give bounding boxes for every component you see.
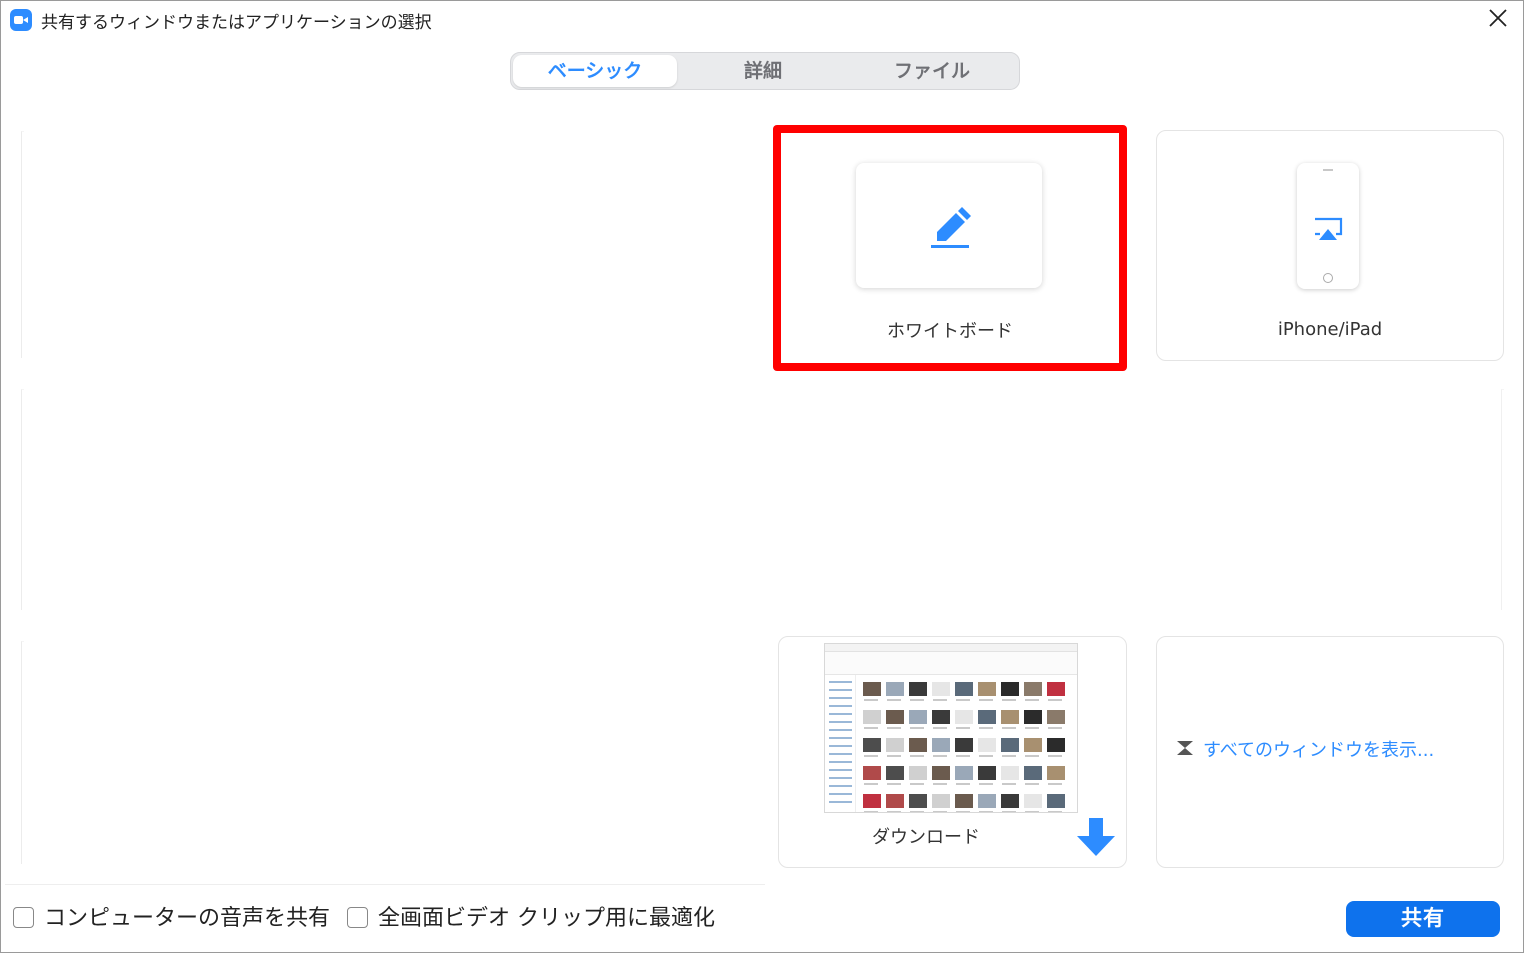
download-arrow-icon [1077,818,1115,856]
thumbnail-file-icon [1001,794,1019,812]
title-bar: 共有するウィンドウまたはアプリケーションの選択 [1,1,1523,39]
thumbnail-file-icon [1024,794,1042,812]
tab-files[interactable]: ファイル [847,55,1017,87]
close-button[interactable] [1485,7,1511,33]
thumbnail-file-icon [955,682,973,701]
thumbnail-file-icon [955,710,973,729]
thumbnail-file-icon [1001,682,1019,701]
thumbnail-file-icon [1024,766,1042,785]
thumbnail-file-icon [1024,682,1042,701]
thumbnail-file-icon [863,738,881,757]
airplay-icon [1315,217,1343,240]
thumbnail-file-icon [1047,682,1065,701]
share-button[interactable]: 共有 [1346,901,1500,937]
share-audio-option[interactable]: コンピューターの音声を共有 [13,901,330,937]
thumbnail-file-icon [909,766,927,785]
thumbnail-file-icon [863,794,881,812]
optimize-video-checkbox[interactable] [347,906,368,928]
share-audio-checkbox[interactable] [13,906,34,928]
thumbnail-file-icon [978,738,996,757]
thumbnail-file-icon [932,682,950,701]
thumbnail-file-icon [1047,738,1065,757]
thumbnail-file-icon [1001,710,1019,729]
thumbnail-file-icon [909,710,927,729]
zoom-logo-icon [10,9,32,31]
thumbnail-file-icon [886,682,904,701]
thumbnail-file-icon [909,738,927,757]
thumbnail-file-icon [955,794,973,812]
thumbnail-file-icon [978,710,996,729]
thumbnail-file-icon [932,794,950,812]
thumbnail-file-icon [932,710,950,729]
tile-placeholder [21,641,24,864]
phone-speaker [1323,169,1333,171]
expand-icon [1176,738,1194,766]
tile-placeholder [21,389,24,610]
thumbnail-file-icon [955,766,973,785]
iphone-ipad-label: iPhone/iPad [1277,319,1383,340]
thumbnail-file-icon [1047,794,1065,812]
thumbnail-file-icon [1024,710,1042,729]
close-icon [1489,9,1507,27]
thumbnail-file-icon [1001,766,1019,785]
share-audio-label: コンピューターの音声を共有 [44,906,331,931]
optimize-video-label: 全画面ビデオ クリップ用に最適化 [378,906,715,931]
downloads-window-thumbnail [824,643,1078,813]
tab-advanced[interactable]: 詳細 [679,55,847,87]
thumbnail-file-icon [1001,738,1019,757]
thumbnail-ribbon [825,652,1077,675]
show-all-windows-link[interactable]: すべてのウィンドウを表示... [1176,737,1434,765]
downloads-label: ダウンロード [872,827,980,848]
window-title: 共有するウィンドウまたはアプリケーションの選択 [41,13,432,33]
thumbnail-file-icon [886,794,904,812]
thumbnail-file-icon [932,738,950,757]
thumbnail-file-icon [863,766,881,785]
highlight-frame [773,125,1127,371]
tile-placeholder [21,131,24,358]
share-screen-dialog: 共有するウィンドウまたはアプリケーションの選択 ベーシック 詳細 ファイル ホワ… [0,0,1524,953]
tab-basic[interactable]: ベーシック [513,55,677,87]
thumbnail-sidebar [825,675,856,812]
thumbnail-file-icon [1047,766,1065,785]
bottom-separator [5,884,765,885]
thumbnail-file-icon [1047,710,1065,729]
thumbnail-file-icon [978,794,996,812]
thumbnail-file-icon [909,794,927,812]
optimize-video-option[interactable]: 全画面ビデオ クリップ用に最適化 [347,901,715,937]
phone-graphic [1297,163,1359,289]
thumbnail-titlebar [825,644,1077,652]
thumbnail-file-icon [955,738,973,757]
thumbnail-file-icon [886,738,904,757]
thumbnail-file-icon [978,682,996,701]
thumbnail-file-icon [886,766,904,785]
tab-bar: ベーシック 詳細 ファイル [510,52,1020,90]
thumbnail-file-icon [1024,738,1042,757]
thumbnail-file-icon [932,766,950,785]
tile-placeholder [1501,389,1504,610]
thumbnail-file-icon [863,682,881,701]
phone-home-button [1323,273,1333,283]
thumbnail-file-icon [978,766,996,785]
thumbnail-file-icon [863,710,881,729]
thumbnail-file-icon [909,682,927,701]
thumbnail-file-icon [886,710,904,729]
show-all-windows-label: すべてのウィンドウを表示... [1203,740,1435,761]
